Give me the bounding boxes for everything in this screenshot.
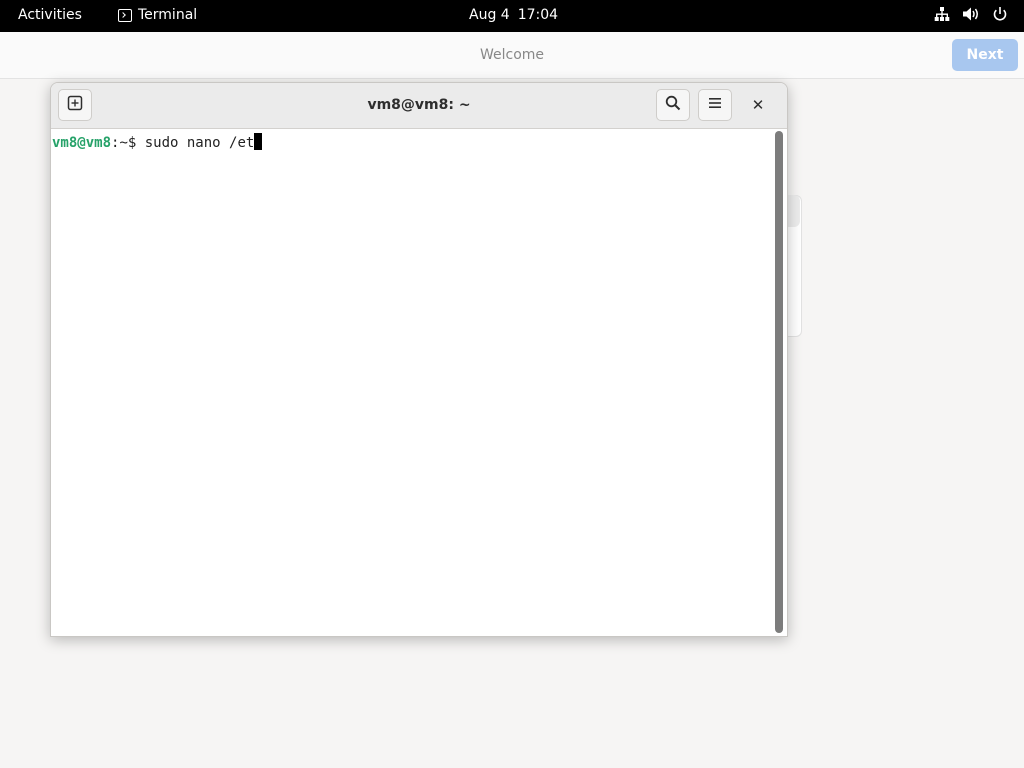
network-icon [934,6,950,22]
terminal-headerbar: vm8@vm8: ~ ✕ [51,83,787,129]
clock-time: 17:04 [517,7,559,23]
clock[interactable]: Aug 4 17:04 [469,7,558,23]
menu-button[interactable] [698,89,732,121]
text-cursor [254,133,263,150]
power-icon [992,6,1008,22]
terminal-app-icon [118,8,132,22]
system-menu[interactable] [934,6,1008,22]
top-bar: Activities Terminal Aug 4 17:04 [0,0,1024,32]
activities-button[interactable]: Activities [18,7,82,23]
hamburger-icon [707,95,723,115]
prompt-path: :~$ [111,135,145,151]
app-menu-label: Terminal [138,7,198,23]
terminal-content[interactable]: vm8@vm8:~$ sudo nano /et [51,129,773,636]
scrollbar[interactable] [775,131,783,633]
prompt-line: vm8@vm8:~$ sudo nano /et [52,133,263,151]
close-button[interactable]: ✕ [747,94,769,116]
app-menu[interactable]: Terminal [118,7,197,23]
volume-icon [962,6,980,22]
clock-date: Aug 4 [469,7,510,23]
next-button[interactable]: Next [952,39,1018,71]
welcome-header: Welcome Next [0,32,1024,79]
close-icon: ✕ [751,96,765,114]
prompt-user: vm8@vm8 [52,135,112,151]
search-button[interactable] [656,89,690,121]
welcome-title: Welcome [479,47,545,63]
terminal-window: vm8@vm8: ~ ✕ vm8@vm8:~$ sudo nano /et [50,82,788,637]
command-text: sudo nano /et [144,135,255,151]
search-icon [665,95,681,115]
